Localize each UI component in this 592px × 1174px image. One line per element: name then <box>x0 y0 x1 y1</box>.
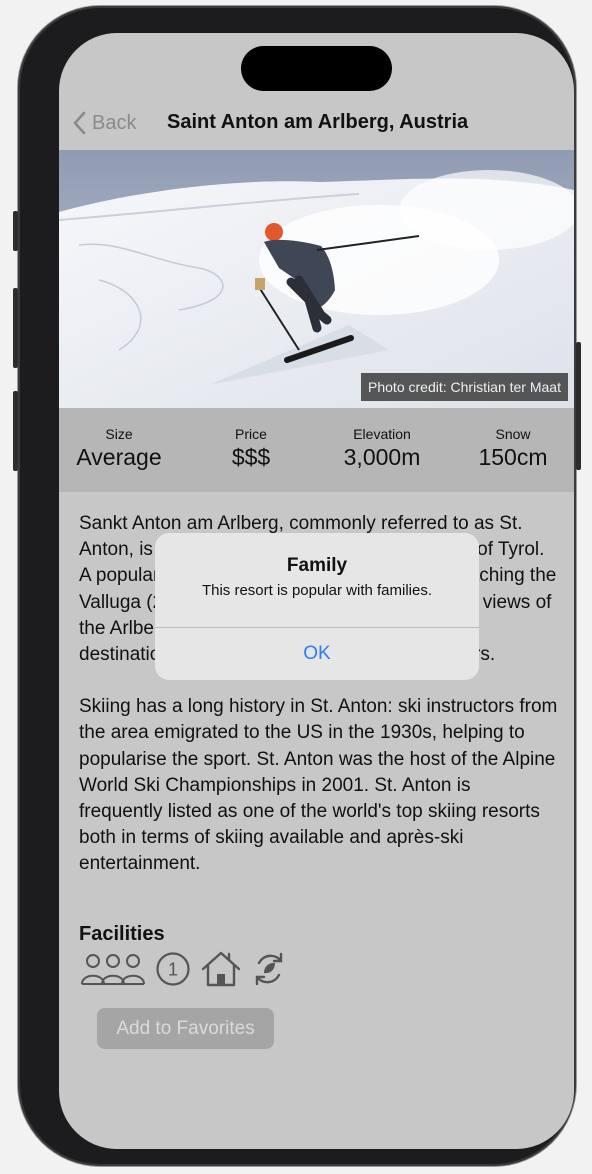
stat-price: Price $$$ <box>201 426 301 471</box>
stat-label: Price <box>235 426 267 442</box>
volume-down-button <box>13 391 18 471</box>
one-circle-icon[interactable]: 1 <box>155 951 191 987</box>
phone-frame: Back Saint Anton am Arlberg, Austria Pho… <box>13 6 581 1166</box>
facilities-icons: 1 <box>81 949 297 989</box>
alert-title: Family <box>286 555 348 576</box>
svg-text:1: 1 <box>168 960 178 980</box>
power-button <box>576 342 581 470</box>
stats-bar: Size Average Price $$$ Elevation 3,000m … <box>59 408 574 492</box>
recycle-icon[interactable] <box>251 951 287 987</box>
stat-value: 150cm <box>478 444 548 470</box>
stat-elevation: Elevation 3,000m <box>329 426 435 471</box>
stat-size: Size Average <box>69 426 169 471</box>
facilities-heading: Facilities <box>79 923 165 945</box>
dynamic-island <box>241 46 392 91</box>
stat-value: $$$ <box>231 444 271 470</box>
screen: Back Saint Anton am Arlberg, Austria Pho… <box>59 33 574 1149</box>
page-title: Saint Anton am Arlberg, Austria <box>167 111 469 133</box>
family-icon[interactable] <box>81 951 145 987</box>
alert-message: This resort is popular with families. <box>201 582 433 599</box>
volume-up-button <box>13 288 18 368</box>
resort-photo: Photo credit: Christian ter Maat <box>59 150 574 408</box>
add-to-favorites-button[interactable]: Add to Favorites <box>97 1008 274 1049</box>
back-button[interactable]: Back <box>73 111 136 135</box>
stat-snow: Snow 150cm <box>463 426 563 471</box>
stat-value: Average <box>76 444 162 470</box>
description-paragraph: Skiing has a long history in St. Anton: … <box>79 696 558 875</box>
stat-value: 3,000m <box>343 444 421 470</box>
house-icon[interactable] <box>201 950 241 988</box>
alert-ok-button[interactable]: OK <box>155 627 479 680</box>
stat-label: Snow <box>495 426 531 442</box>
stat-label: Elevation <box>353 426 411 442</box>
family-alert: Family This resort is popular with famil… <box>155 533 479 680</box>
photo-credit: Photo credit: Christian ter Maat <box>361 373 568 401</box>
mute-switch <box>13 211 18 251</box>
back-label: Back <box>92 111 137 134</box>
skier-image <box>59 150 574 408</box>
stat-label: Size <box>105 426 133 442</box>
navigation-bar: Back Saint Anton am Arlberg, Austria <box>59 103 574 149</box>
chevron-left-icon <box>73 111 86 135</box>
